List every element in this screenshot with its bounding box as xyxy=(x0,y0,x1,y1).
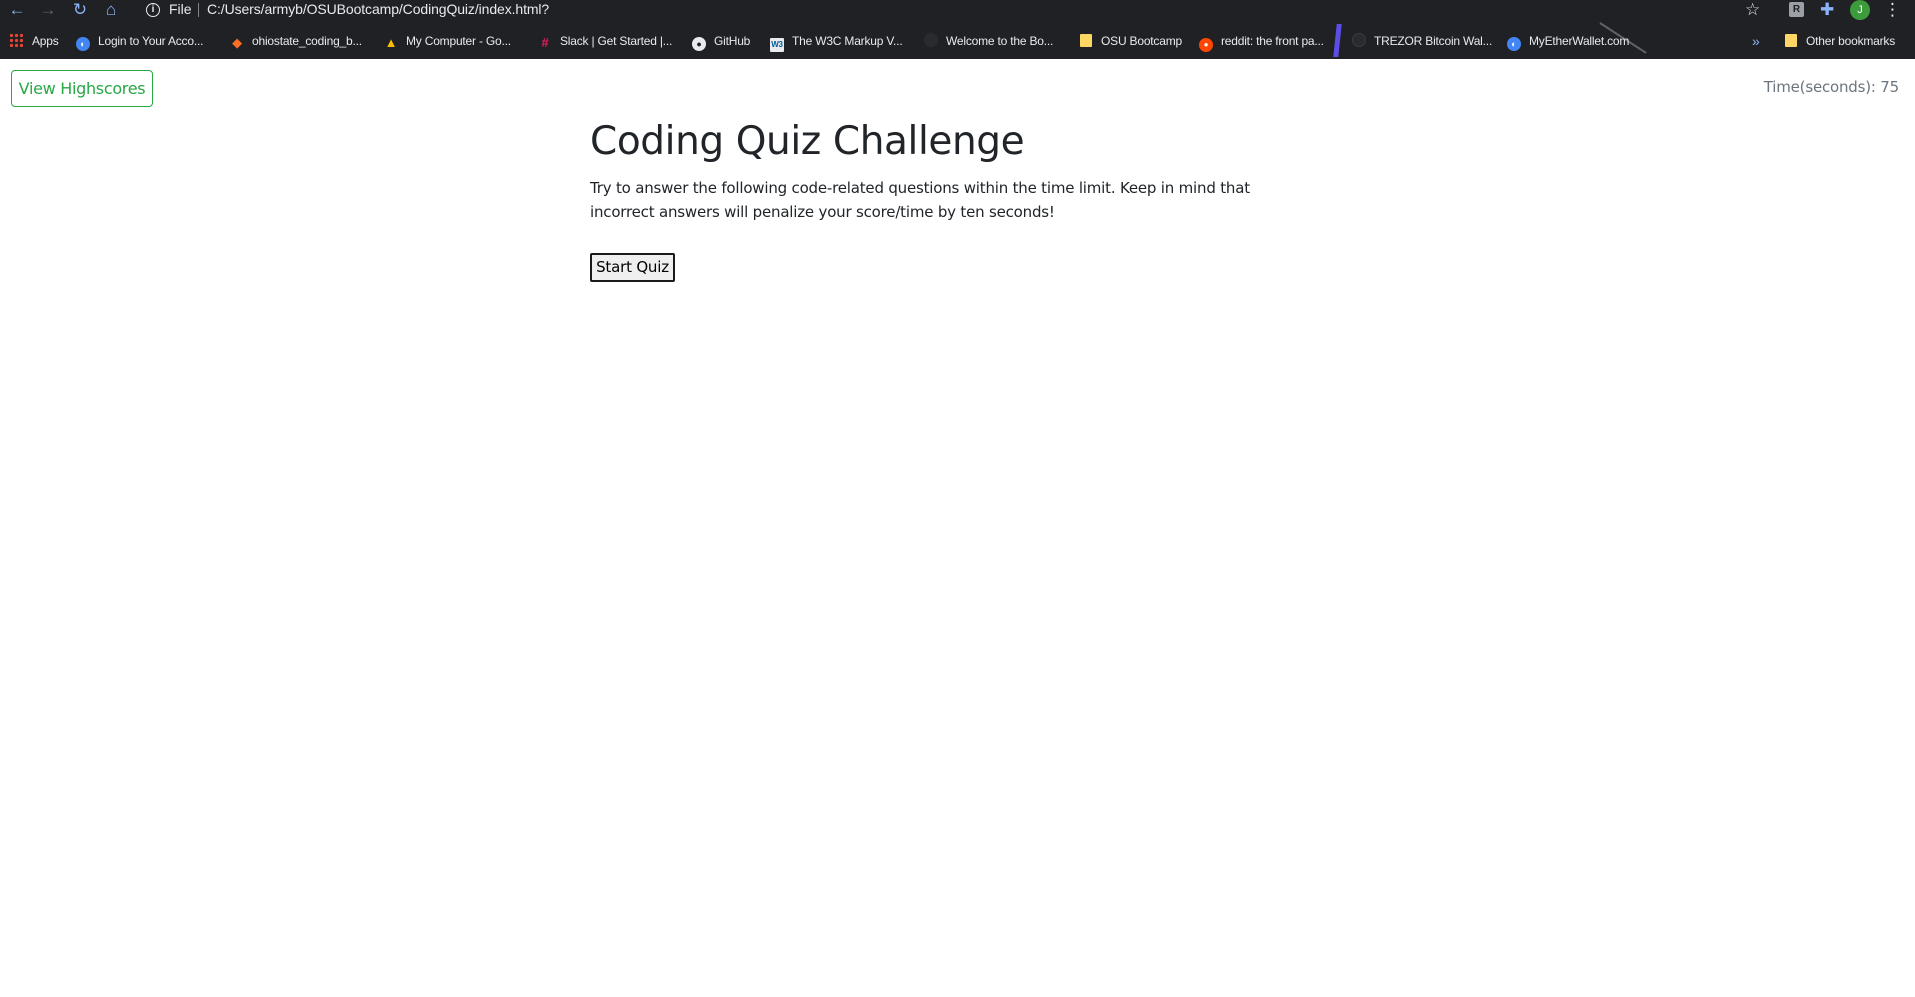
apps-grid-icon xyxy=(9,33,23,47)
bookmark-label: reddit: the front pa... xyxy=(1221,34,1324,48)
browser-chrome: ← → ↻ ⌂ i File C:/Users/armyb/OSUBootcam… xyxy=(0,0,1915,59)
w3c-icon: W3 xyxy=(770,38,784,52)
bookmark-label: Login to Your Acco... xyxy=(98,34,204,48)
bookmark-label: The W3C Markup V... xyxy=(792,34,903,48)
bookmark-item[interactable]: ▲ My Computer - Go... xyxy=(384,30,511,52)
bookmark-item[interactable]: TREZOR Bitcoin Wal... xyxy=(1352,30,1492,52)
url-text[interactable]: C:/Users/armyb/OSUBootcamp/CodingQuiz/in… xyxy=(207,0,549,19)
github-icon: ● xyxy=(692,37,706,51)
profile-avatar[interactable]: J xyxy=(1850,0,1870,20)
bookmarks-bar: Apps ◐ Login to Your Acco... ◆ ohiostate_c… xyxy=(0,30,1915,52)
slack-icon: # xyxy=(541,35,549,50)
address-bar[interactable]: i File C:/Users/armyb/OSUBootcamp/Coding… xyxy=(136,0,1766,20)
reload-icon[interactable]: ↻ xyxy=(69,0,91,20)
bookmark-label: My Computer - Go... xyxy=(406,34,511,48)
bookmark-label: TREZOR Bitcoin Wal... xyxy=(1374,34,1493,48)
timer-display: Time(seconds): 75 xyxy=(1763,78,1899,96)
start-quiz-button[interactable]: Start Quiz xyxy=(590,253,675,282)
other-bookmarks[interactable]: Other bookmarks xyxy=(1785,30,1895,52)
forward-arrow-icon[interactable]: → xyxy=(37,0,59,20)
folder-icon xyxy=(1785,34,1797,47)
bookmark-label: ohiostate_coding_b... xyxy=(252,34,362,48)
bookmark-label: GitHub xyxy=(714,34,751,48)
globe-icon: ◐ xyxy=(76,37,90,51)
info-icon[interactable]: i xyxy=(146,3,160,17)
other-bookmarks-label: Other bookmarks xyxy=(1806,34,1896,48)
bookmark-label: Welcome to the Bo... xyxy=(946,34,1054,48)
bookmark-item[interactable]: Welcome to the Bo... xyxy=(924,30,1053,52)
bookmark-label: Slack | Get Started |... xyxy=(560,34,673,48)
back-arrow-icon[interactable]: ← xyxy=(6,0,28,20)
browser-menu-icon[interactable]: ⋮ xyxy=(1884,0,1901,19)
bookmark-item[interactable]: ● reddit: the front pa... xyxy=(1199,30,1324,52)
quiz-description: Try to answer the following code-related… xyxy=(590,179,1250,221)
bookmark-item[interactable]: OSU Bootcamp xyxy=(1080,30,1182,52)
url-scheme: File xyxy=(169,1,192,17)
omnibox-divider xyxy=(198,3,199,17)
bookmark-item[interactable]: ● GitHub xyxy=(692,30,750,52)
bookmark-item[interactable]: ◐ MyEtherWallet.com xyxy=(1507,30,1629,52)
bookmark-label: Apps xyxy=(32,34,59,48)
bookmark-star-icon[interactable]: ☆ xyxy=(1745,0,1760,19)
bookmark-item[interactable]: W3 The W3C Markup V... xyxy=(770,30,903,52)
quiz-intro: Coding Quiz Challenge Try to answer the … xyxy=(590,118,1330,282)
bookmark-item[interactable]: ◆ ohiostate_coding_b... xyxy=(230,30,362,52)
trezor-icon xyxy=(1352,33,1366,47)
view-highscores-button[interactable]: View Highscores xyxy=(11,70,153,107)
bookmark-item[interactable]: ◐ Login to Your Acco... xyxy=(76,30,203,52)
page-title: Coding Quiz Challenge xyxy=(590,119,1025,164)
reddit-icon: ● xyxy=(1199,38,1213,52)
extension-icon[interactable]: R xyxy=(1789,2,1804,17)
google-drive-icon: ▲ xyxy=(384,35,398,50)
extensions-puzzle-icon[interactable]: ✚ xyxy=(1820,0,1834,19)
folder-icon xyxy=(1080,34,1092,47)
bookmark-item[interactable]: # Slack | Get Started |... xyxy=(538,30,672,52)
bookmark-label: MyEtherWallet.com xyxy=(1529,34,1630,48)
bookmark-apps[interactable]: Apps xyxy=(9,30,59,52)
globe-icon: ◐ xyxy=(1507,37,1521,51)
browser-toolbar: ← → ↻ ⌂ i File C:/Users/armyb/OSUBootcam… xyxy=(0,0,1915,20)
bookmark-label: OSU Bootcamp xyxy=(1101,34,1182,48)
more-bookmarks-chevron-icon[interactable]: » xyxy=(1752,30,1760,52)
gitlab-icon: ◆ xyxy=(232,35,242,50)
site-icon xyxy=(924,33,938,47)
home-icon[interactable]: ⌂ xyxy=(100,0,122,20)
